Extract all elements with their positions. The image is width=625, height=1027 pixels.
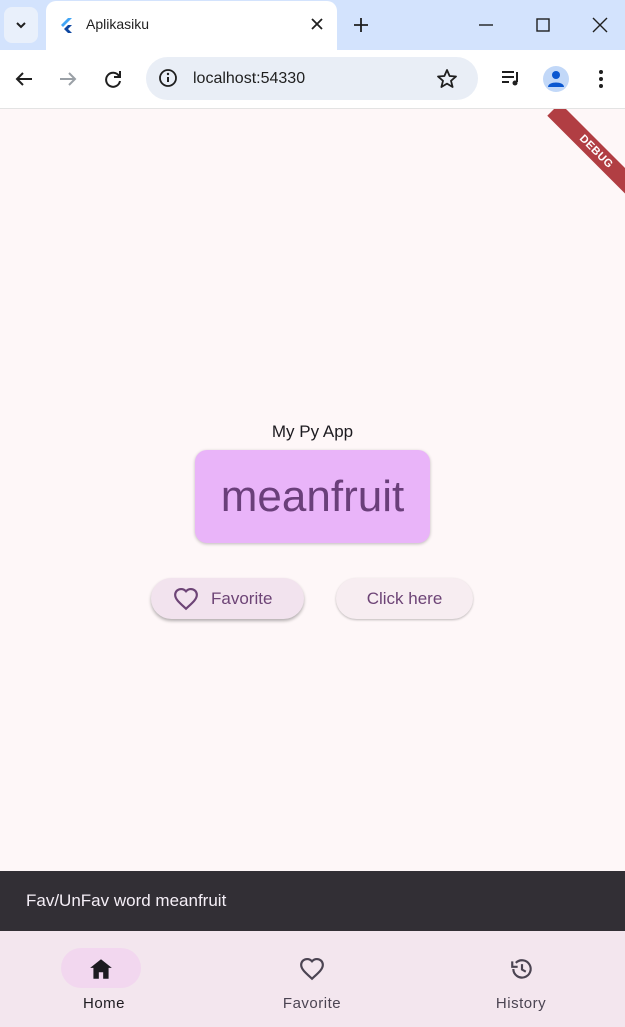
address-bar[interactable]: localhost:54330	[146, 57, 478, 100]
debug-banner: DEBUG	[547, 109, 625, 201]
tab-search-button[interactable]	[4, 7, 38, 43]
close-tab-icon[interactable]	[308, 15, 326, 33]
maximize-icon[interactable]	[534, 16, 552, 34]
profile-avatar[interactable]	[543, 66, 569, 92]
heart-outline-icon	[174, 587, 198, 611]
new-tab-icon[interactable]	[351, 15, 371, 35]
favorite-button[interactable]: Favorite	[151, 578, 304, 619]
reload-icon[interactable]	[102, 68, 124, 90]
browser-tab[interactable]: Aplikasiku	[46, 1, 337, 50]
browser-toolbar: localhost:54330	[0, 50, 625, 109]
url-text: localhost:54330	[193, 70, 306, 87]
nav-label-favorite: Favorite	[282, 995, 342, 1012]
flutter-icon	[61, 18, 72, 33]
home-icon	[90, 959, 112, 979]
snackbar: Fav/UnFav word meanfruit	[0, 871, 625, 931]
browser-tab-strip: Aplikasiku	[0, 0, 625, 50]
bookmark-star-icon[interactable]	[436, 68, 458, 90]
forward-icon[interactable]	[57, 68, 79, 90]
nav-label-history: History	[495, 995, 547, 1012]
tab-title: Aplikasiku	[86, 16, 150, 32]
snackbar-message: Fav/UnFav word meanfruit	[26, 891, 227, 910]
chevron-down-icon	[16, 22, 26, 29]
nav-item-home[interactable]: Home	[0, 931, 208, 1027]
nav-label-home: Home	[82, 995, 125, 1012]
close-window-icon[interactable]	[591, 16, 609, 34]
nav-item-favorite[interactable]: Favorite	[208, 931, 416, 1027]
app-content: DEBUG My Py App meanfruit Favorite Click…	[0, 109, 625, 871]
person-icon	[548, 71, 564, 87]
more-menu-icon[interactable]	[590, 68, 612, 90]
minimize-icon[interactable]	[477, 16, 495, 34]
history-icon	[511, 959, 532, 979]
favorite-button-label: Favorite	[211, 589, 273, 608]
back-icon[interactable]	[13, 68, 35, 90]
media-controls-icon[interactable]	[500, 67, 522, 89]
word-card: meanfruit	[195, 450, 430, 543]
click-here-button[interactable]: Click here	[336, 578, 473, 619]
heart-outline-icon	[300, 957, 324, 981]
site-info-icon[interactable]	[158, 68, 178, 88]
app-title: My Py App	[271, 422, 354, 441]
nav-item-history[interactable]: History	[417, 931, 625, 1027]
bottom-navigation: Home Favorite History	[0, 931, 625, 1027]
current-word: meanfruit	[220, 471, 405, 521]
